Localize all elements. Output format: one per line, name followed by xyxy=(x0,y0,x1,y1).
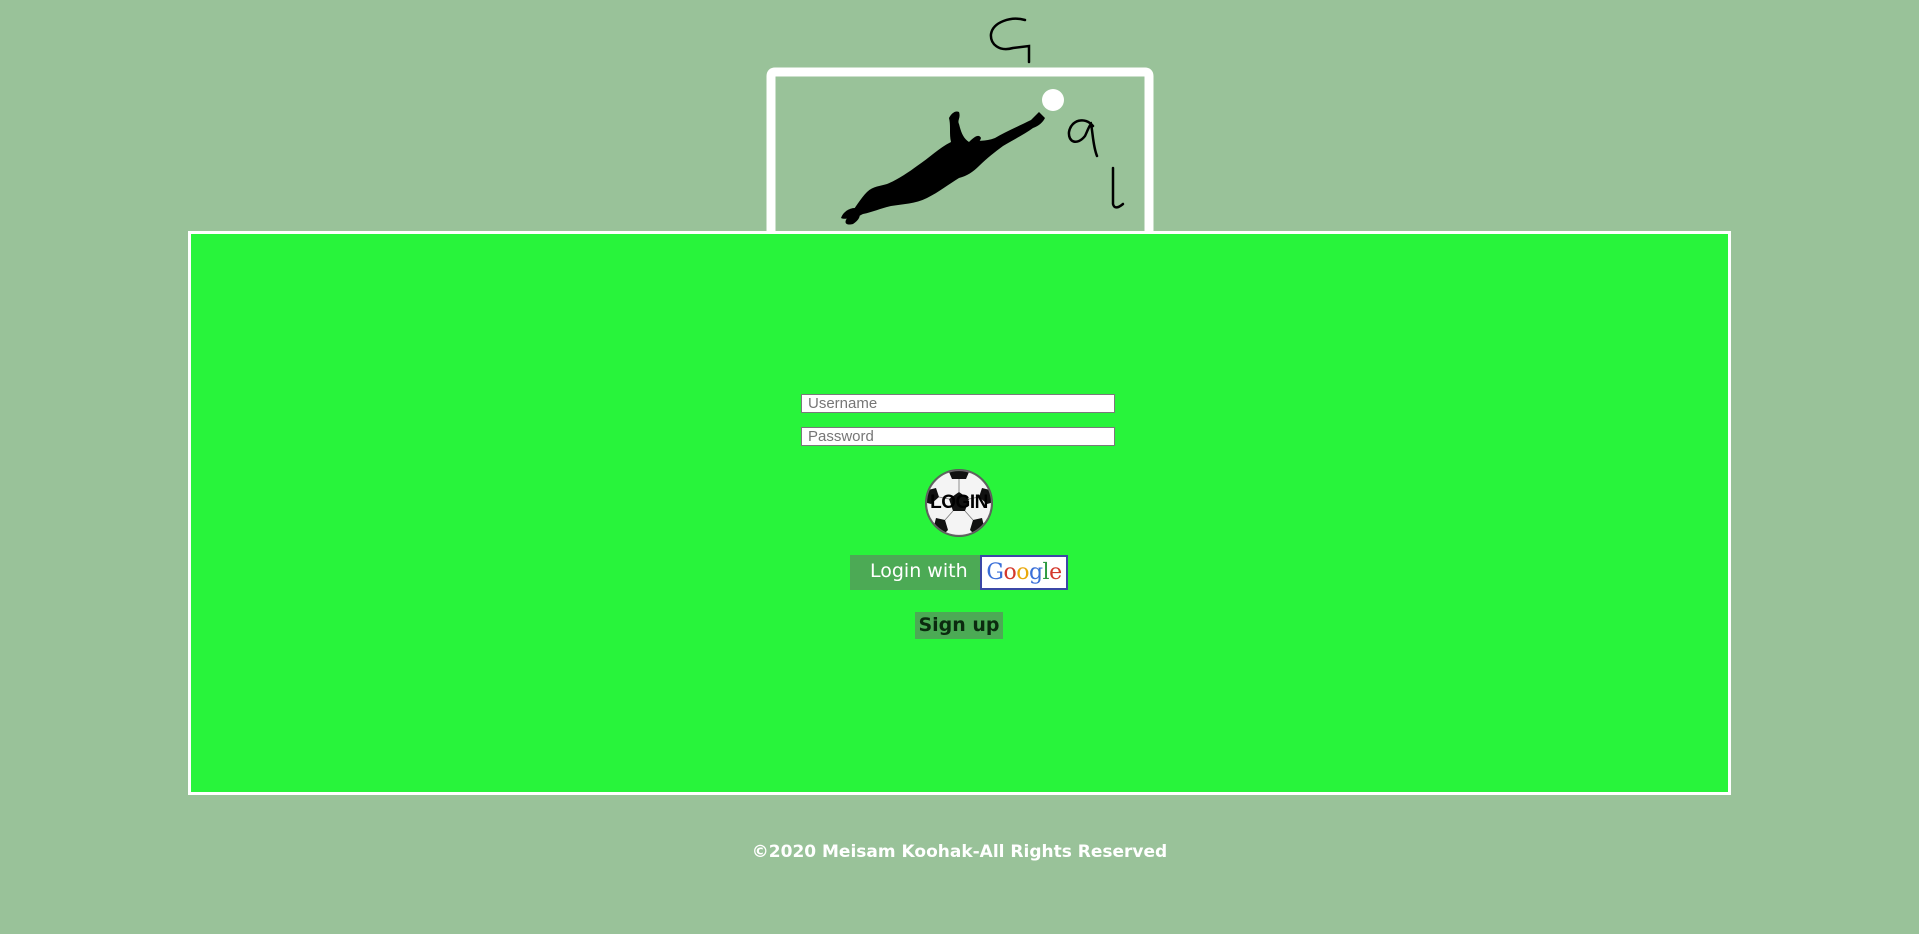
logo-letter-l xyxy=(1111,166,1125,209)
login-label: LOGIN xyxy=(930,492,988,513)
signup-button[interactable]: Sign up xyxy=(915,612,1003,639)
google-letter: o xyxy=(1003,560,1017,585)
login-button[interactable]: LOGIN xyxy=(924,468,994,538)
ball-icon xyxy=(1042,89,1064,111)
username-input[interactable] xyxy=(801,394,1115,413)
footer-copyright: ©2020 Meisam Koohak-All Rights Reserved xyxy=(751,842,1168,862)
google-letter: o xyxy=(1016,560,1029,585)
google-letter: e xyxy=(1049,560,1062,585)
google-logo: Google xyxy=(980,555,1068,590)
goal-logo xyxy=(766,17,1154,231)
google-login-button[interactable]: Login with Google xyxy=(850,555,1068,590)
google-letter: g xyxy=(1028,560,1043,585)
goalkeeper-icon xyxy=(841,111,1045,225)
password-input[interactable] xyxy=(801,427,1115,446)
logo-letter-a xyxy=(1067,119,1099,158)
google-login-label: Login with xyxy=(870,560,968,582)
logo-letter-g xyxy=(989,17,1031,64)
google-letter: G xyxy=(986,560,1004,585)
